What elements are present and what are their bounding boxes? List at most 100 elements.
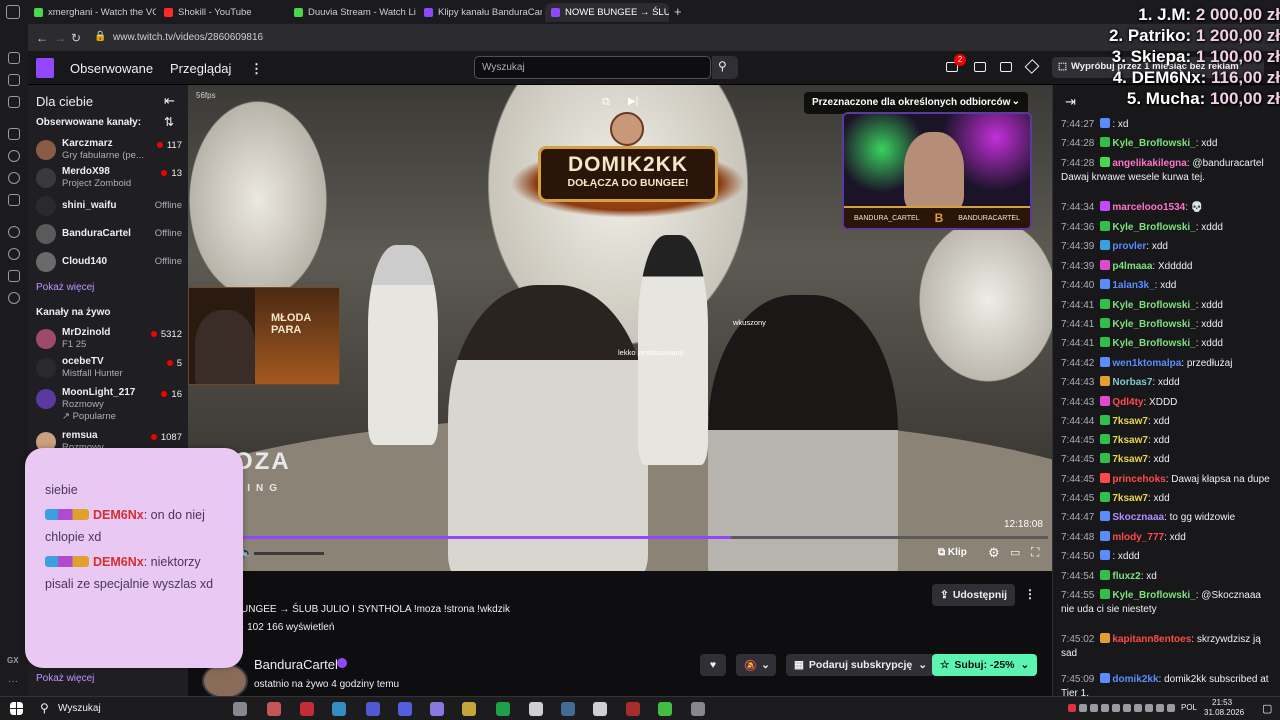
show-more-followed[interactable]: Pokaż więcej <box>36 282 94 293</box>
chat-username[interactable]: Kyle_Broflowski_ <box>1112 319 1195 330</box>
nav-following[interactable]: Obserwowane <box>70 61 153 76</box>
chat-username[interactable]: Kyle_Broflowski_ <box>1112 300 1195 311</box>
browser-tab[interactable]: xmerghani - Watch the VO <box>28 3 156 22</box>
chat-username[interactable]: 7ksaw7 <box>1112 454 1148 465</box>
bt-tray-icon[interactable] <box>1112 704 1120 712</box>
more-options-icon[interactable]: ⋮ <box>1024 587 1036 601</box>
chat-username[interactable]: fluxz2 <box>1112 571 1140 582</box>
sound-tray-icon[interactable] <box>1123 704 1131 712</box>
chat-username[interactable]: princehoks <box>1112 474 1165 485</box>
forward-icon[interactable]: → <box>54 31 66 45</box>
pip-toggle-icon[interactable]: ⧉ <box>602 96 610 109</box>
battery-tray-icon[interactable] <box>1167 704 1175 712</box>
chat-icon[interactable] <box>8 172 20 184</box>
browser-tab[interactable]: Duuvia Stream - Watch Liv <box>288 3 416 22</box>
discord-icon[interactable] <box>366 702 380 716</box>
progress-bar[interactable] <box>192 536 1048 539</box>
notifications-icon[interactable]: ▢ <box>1262 702 1272 715</box>
volume-tray-icon[interactable] <box>1156 704 1164 712</box>
gpu-icon[interactable] <box>658 702 672 716</box>
back-icon[interactable]: ← <box>36 31 48 45</box>
search-button[interactable]: ⚲ <box>712 56 738 79</box>
channel-avatar[interactable] <box>202 663 248 699</box>
dzl-icon[interactable] <box>626 702 640 716</box>
channel-name[interactable]: BanduraCartel <box>254 657 338 672</box>
clip-button[interactable]: ⧉ Klip <box>938 547 967 558</box>
skip-icon[interactable]: ▶| <box>628 96 638 107</box>
inbox-icon[interactable] <box>974 62 986 72</box>
heart-tray-icon[interactable] <box>1068 704 1076 712</box>
chat-username[interactable]: kapitann8entoes <box>1112 634 1191 645</box>
chat-username[interactable]: 7ksaw7 <box>1112 493 1148 504</box>
gift-sub-button[interactable]: ▦ Podaruj subskrypcję ⌄ <box>786 654 936 676</box>
widget-icon[interactable] <box>267 702 281 716</box>
display-tray-icon[interactable] <box>1101 704 1109 712</box>
live-channel[interactable]: MrDzinold F1 25 5312 <box>34 327 184 355</box>
audience-dropdown[interactable]: Przeznaczone dla określonych odbiorców ⌄ <box>804 92 1028 114</box>
tray-date[interactable]: 31.08.2026 <box>1204 708 1244 717</box>
notification-button[interactable]: 🔕 ⌄ <box>736 654 776 676</box>
messenger-icon[interactable] <box>8 96 20 108</box>
fullscreen-icon[interactable]: ⛶ <box>1031 545 1039 560</box>
url-field[interactable]: www.twitch.tv/videos/2860609816 <box>113 32 263 43</box>
chat-username[interactable]: Norbas7 <box>1112 377 1152 388</box>
chat-username[interactable]: p4lmaaa <box>1112 261 1152 272</box>
chat-username[interactable]: Skocznaaa <box>1112 512 1164 523</box>
more-icon[interactable]: ··· <box>8 676 20 688</box>
volume-slider[interactable] <box>254 552 324 555</box>
whispers-icon[interactable] <box>1000 62 1012 72</box>
opera-icon[interactable] <box>300 702 314 716</box>
chat-username[interactable]: Kyle_Broflowski_ <box>1112 590 1195 601</box>
bookmarks-icon[interactable] <box>8 74 20 86</box>
reload-icon[interactable]: ↻ <box>71 31 81 45</box>
home-icon[interactable] <box>8 52 20 64</box>
windows-start-icon[interactable] <box>10 702 23 715</box>
subscribe-button[interactable]: ☆ Subuj: -25% ⌄ <box>932 654 1038 676</box>
followed-channel[interactable]: shini_waifu Offline <box>34 194 184 222</box>
chat-username[interactable]: domik2kk <box>1112 674 1158 685</box>
chat-username[interactable]: 1alan3k_ <box>1112 280 1154 291</box>
steam-icon[interactable] <box>561 702 575 716</box>
chat-username[interactable]: Qdl4ty <box>1112 397 1143 408</box>
browser-tab[interactable]: Klipy kanału BanduraCartel <box>418 3 542 22</box>
show-more-live[interactable]: Pokaż więcej <box>36 673 94 684</box>
new-tab-button[interactable]: + <box>674 4 682 19</box>
tray-lang[interactable]: POL <box>1181 703 1197 712</box>
shield-tray-icon[interactable] <box>1079 704 1087 712</box>
folder-icon[interactable] <box>462 702 476 716</box>
chat-username[interactable]: wen1ktomalpa <box>1112 358 1181 369</box>
settings-icon[interactable] <box>8 292 20 304</box>
percent-icon[interactable] <box>8 150 20 162</box>
tiktok-icon[interactable] <box>593 702 607 716</box>
taskbar-search[interactable]: Wyszukaj <box>58 703 101 714</box>
discord-icon[interactable] <box>8 194 20 206</box>
followed-channel[interactable]: BanduraCartel Offline <box>34 222 184 250</box>
chat-username[interactable]: Kyle_Broflowski_ <box>1112 338 1195 349</box>
capcut-icon[interactable] <box>529 702 543 716</box>
followed-channel[interactable]: Karczmarz Gry fabularne (pe... 117 <box>34 138 184 166</box>
expand-chat-icon[interactable]: ⇥ <box>1065 94 1076 110</box>
tray-time[interactable]: 21:53 <box>1212 698 1232 707</box>
more-vertical-icon[interactable]: ⋮ <box>250 61 263 77</box>
monitor-tray-icon[interactable] <box>1145 704 1153 712</box>
search-input[interactable]: Wyszukaj <box>474 56 711 79</box>
chat-username[interactable]: mlody_777 <box>1112 532 1164 543</box>
app-tray-icon[interactable] <box>1090 704 1098 712</box>
browser-menu-icon[interactable] <box>6 5 20 19</box>
nav-browse[interactable]: Przeglądaj <box>170 61 231 76</box>
chat-username[interactable]: angelikakilegna <box>1112 158 1186 169</box>
browser-tab[interactable]: Shokill - YouTube <box>158 3 286 22</box>
settings-icon[interactable]: ⚙ <box>988 545 1000 561</box>
chat-username[interactable]: 7ksaw7 <box>1112 416 1148 427</box>
live-channel[interactable]: MoonLight_217 Rozmowy ↗ Popularne 16 <box>34 387 184 427</box>
wifi-tray-icon[interactable] <box>1134 704 1142 712</box>
follow-heart-button[interactable]: ♥ <box>700 654 726 676</box>
chat-username[interactable]: provler <box>1112 241 1146 252</box>
bits-icon[interactable] <box>1024 59 1040 74</box>
twitch-logo-icon[interactable] <box>36 58 54 78</box>
browser-tab[interactable]: NOWE BUNGEE → ŚLUB <box>545 3 669 22</box>
theatre-mode-icon[interactable]: ▭ <box>1010 546 1020 559</box>
followed-channel[interactable]: MerdoX98 Project Zomboid 13 <box>34 166 184 194</box>
vs-icon[interactable] <box>398 702 412 716</box>
share-button[interactable]: ⇪ Udostępnij <box>932 584 1016 606</box>
